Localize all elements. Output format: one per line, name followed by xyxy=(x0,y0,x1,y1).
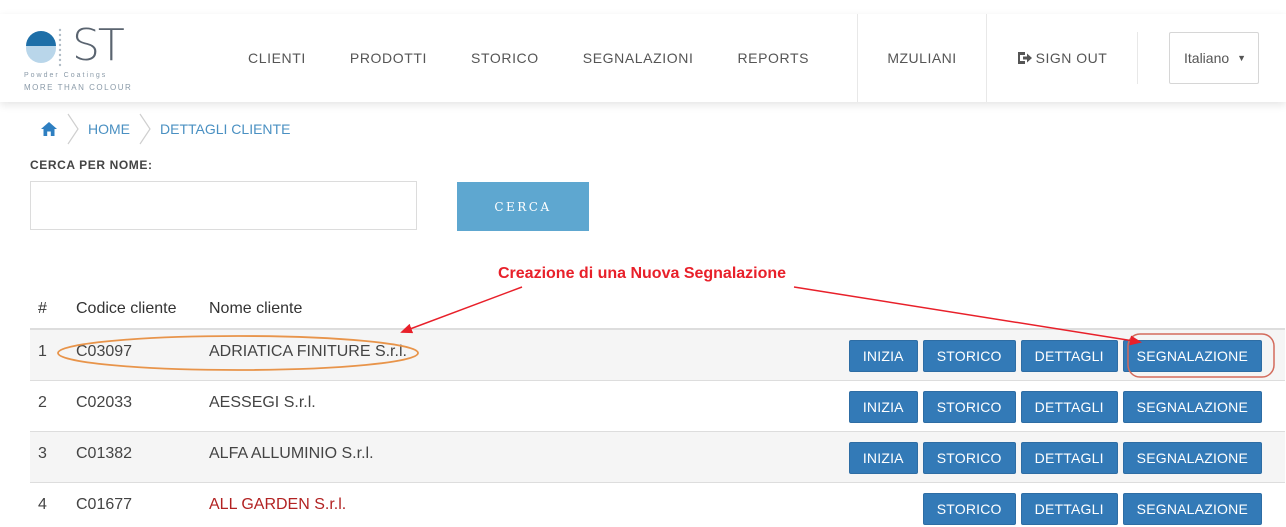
row-actions: INIZIA STORICO DETTAGLI SEGNALAZIONE xyxy=(844,391,1262,423)
storico-button[interactable]: STORICO xyxy=(922,340,1016,372)
dettagli-button[interactable]: DETTAGLI xyxy=(1020,340,1118,372)
row-number: 1 xyxy=(38,343,47,360)
client-name: AESSEGI S.r.l. xyxy=(209,394,316,411)
sign-out-button[interactable]: SIGN OUT xyxy=(987,14,1137,102)
column-header-code: Codice cliente xyxy=(76,300,177,317)
nav-item-segnalazioni[interactable]: SEGNALAZIONI xyxy=(583,50,694,66)
row-number: 4 xyxy=(38,496,47,513)
home-icon[interactable] xyxy=(40,121,58,137)
row-number: 2 xyxy=(38,394,47,411)
logo-tagline: Powder Coatings xyxy=(24,72,108,79)
language-select[interactable]: Italiano ▼ xyxy=(1169,32,1259,84)
user-menu[interactable]: MZULIANI xyxy=(858,14,986,102)
nav-item-clienti[interactable]: CLIENTI xyxy=(248,50,306,66)
table-row: 3 C01382 ALFA ALLUMINIO S.r.l. INIZIA ST… xyxy=(30,432,1285,483)
dettagli-button[interactable]: DETTAGLI xyxy=(1020,442,1118,474)
company-logo[interactable]: ST Powder Coatings MORE THAN COLOUR xyxy=(24,20,134,92)
table-row: 2 C02033 AESSEGI S.r.l. INIZIA STORICO D… xyxy=(30,381,1285,432)
client-name: ADRIATICA FINITURE S.r.l. xyxy=(209,343,407,360)
logo-slogan: MORE THAN COLOUR xyxy=(24,83,133,92)
chevron-down-icon: ▼ xyxy=(1237,53,1246,63)
storico-button[interactable]: STORICO xyxy=(922,442,1016,474)
client-code: C01382 xyxy=(76,445,133,462)
search-button[interactable]: CERCA xyxy=(457,182,589,231)
dettagli-button[interactable]: DETTAGLI xyxy=(1020,493,1118,525)
table-header: # Codice cliente Nome cliente xyxy=(30,292,1285,330)
column-header-name: Nome cliente xyxy=(209,300,303,317)
row-actions: INIZIA STORICO DETTAGLI SEGNALAZIONE xyxy=(844,442,1262,474)
main-nav: CLIENTI PRODOTTI STORICO SEGNALAZIONI RE… xyxy=(248,14,853,102)
row-number: 3 xyxy=(38,445,47,462)
column-header-number: # xyxy=(38,300,47,317)
nav-item-reports[interactable]: REPORTS xyxy=(737,50,809,66)
client-code: C02033 xyxy=(76,394,133,411)
search-input[interactable] xyxy=(30,181,417,230)
annotation-label: Creazione di una Nuova Segnalazione xyxy=(498,265,787,282)
clients-table: # Codice cliente Nome cliente 1 C03097 A… xyxy=(30,292,1285,527)
client-code: C01677 xyxy=(76,496,133,513)
search-label: CERCA PER NOME: xyxy=(30,158,153,172)
inizia-button[interactable]: INIZIA xyxy=(848,340,918,372)
dettagli-button[interactable]: DETTAGLI xyxy=(1020,391,1118,423)
breadcrumb-home[interactable]: HOME xyxy=(88,121,130,137)
segnalazione-button[interactable]: SEGNALAZIONE xyxy=(1122,493,1262,525)
logo-wordmark: ST xyxy=(72,20,125,71)
breadcrumb: HOME DETTAGLI CLIENTE xyxy=(30,113,290,145)
header-divider xyxy=(1137,32,1138,84)
sign-out-icon xyxy=(1017,52,1032,64)
breadcrumb-current[interactable]: DETTAGLI CLIENTE xyxy=(160,121,290,137)
client-name: ALL GARDEN S.r.l. xyxy=(209,496,347,513)
storico-button[interactable]: STORICO xyxy=(922,493,1016,525)
language-value: Italiano xyxy=(1184,50,1230,66)
segnalazione-button[interactable]: SEGNALAZIONE xyxy=(1122,391,1262,423)
table-row: 4 C01677 ALL GARDEN S.r.l. STORICO DETTA… xyxy=(30,483,1285,527)
table-row: 1 C03097 ADRIATICA FINITURE S.r.l. INIZI… xyxy=(30,330,1285,381)
top-header: ST Powder Coatings MORE THAN COLOUR CLIE… xyxy=(0,14,1286,102)
segnalazione-button[interactable]: SEGNALAZIONE xyxy=(1122,442,1262,474)
inizia-button[interactable]: INIZIA xyxy=(848,391,918,423)
storico-button[interactable]: STORICO xyxy=(922,391,1016,423)
nav-item-prodotti[interactable]: PRODOTTI xyxy=(350,50,427,66)
segnalazione-button[interactable]: SEGNALAZIONE xyxy=(1122,340,1262,372)
inizia-button[interactable]: INIZIA xyxy=(848,442,918,474)
breadcrumb-separator-icon xyxy=(139,113,151,145)
nav-item-storico[interactable]: STORICO xyxy=(471,50,539,66)
logo-dot-icon xyxy=(26,28,62,67)
client-code: C03097 xyxy=(76,343,133,360)
breadcrumb-separator-icon xyxy=(67,113,79,145)
row-actions: STORICO DETTAGLI SEGNALAZIONE xyxy=(918,493,1262,525)
row-actions: INIZIA STORICO DETTAGLI SEGNALAZIONE xyxy=(844,340,1262,372)
client-name: ALFA ALLUMINIO S.r.l. xyxy=(209,445,374,462)
sign-out-label: SIGN OUT xyxy=(1035,50,1108,66)
